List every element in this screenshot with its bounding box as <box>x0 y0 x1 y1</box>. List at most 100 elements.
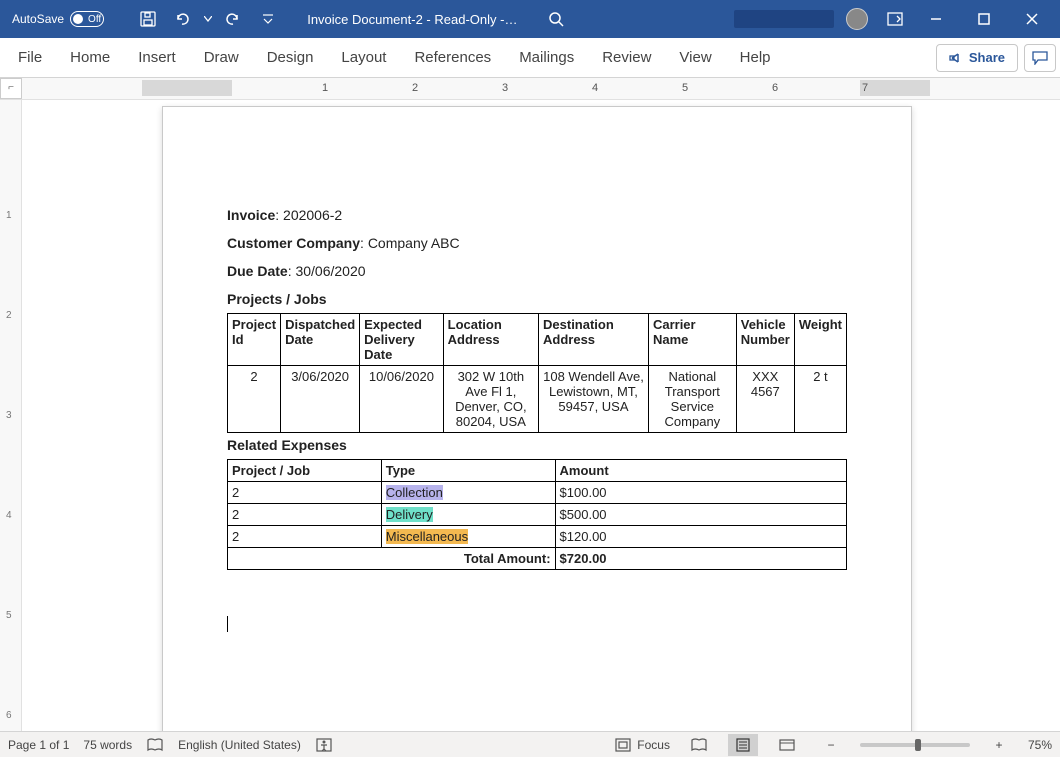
expenses-title: Related Expenses <box>227 437 847 453</box>
projects-table: Project Id Dispatched Date Expected Deli… <box>227 313 847 433</box>
total-row: Total Amount: $720.00 <box>228 548 847 570</box>
table-header-row: Project / Job Type Amount <box>228 460 847 482</box>
tab-review[interactable]: Review <box>588 38 665 78</box>
save-button[interactable] <box>133 4 163 34</box>
vertical-ruler[interactable]: 1 2 3 4 5 6 <box>0 100 22 731</box>
page-area[interactable]: Invoice: 202006-2 Customer Company: Comp… <box>22 100 1060 731</box>
projects-title: Projects / Jobs <box>227 291 847 307</box>
tab-view[interactable]: View <box>665 38 725 78</box>
user-avatar[interactable] <box>846 8 868 30</box>
close-button[interactable] <box>1010 0 1054 38</box>
minimize-button[interactable] <box>914 0 958 38</box>
cell-amount: $500.00 <box>555 504 846 526</box>
due-value: 30/06/2020 <box>295 263 365 279</box>
cell-vehicle: XXX 4567 <box>736 366 794 433</box>
ribbon-display-options[interactable] <box>880 4 910 34</box>
ruler-h-tick: 6 <box>772 82 778 94</box>
web-layout-button[interactable] <box>772 734 802 756</box>
ribbon-options-icon <box>887 12 903 26</box>
col-type: Type <box>381 460 555 482</box>
col-vehicle: Vehicle Number <box>736 314 794 366</box>
focus-mode-button[interactable]: Focus <box>615 738 670 752</box>
maximize-button[interactable] <box>962 0 1006 38</box>
total-label: Total Amount: <box>464 551 551 566</box>
qat-customize[interactable] <box>253 4 283 34</box>
tab-references[interactable]: References <box>400 38 505 78</box>
cell-dispatched: 3/06/2020 <box>281 366 360 433</box>
total-value: $720.00 <box>560 551 607 566</box>
cell-amount: $120.00 <box>555 526 846 548</box>
zoom-level[interactable]: 75% <box>1028 738 1052 752</box>
ruler-h-tick: 5 <box>682 82 688 94</box>
cell-expected: 10/06/2020 <box>360 366 443 433</box>
status-words[interactable]: 75 words <box>83 738 132 752</box>
tab-mailings[interactable]: Mailings <box>505 38 588 78</box>
ruler-v-tick: 6 <box>6 710 12 721</box>
col-dispatched: Dispatched Date <box>281 314 360 366</box>
horizontal-ruler[interactable]: 1 2 3 4 5 6 7 <box>22 78 1060 99</box>
col-amount: Amount <box>555 460 846 482</box>
read-mode-icon <box>690 738 708 752</box>
overflow-icon <box>263 13 273 25</box>
comments-button[interactable] <box>1024 44 1056 72</box>
col-location: Location Address <box>443 314 538 366</box>
redo-button[interactable] <box>219 4 249 34</box>
cell-id: 2 <box>228 366 281 433</box>
ruler-h-tick: 1 <box>322 82 328 94</box>
cell-pj: 2 <box>228 504 382 526</box>
tab-help[interactable]: Help <box>726 38 785 78</box>
document-title: Invoice Document-2 - Read-Only -… <box>307 12 517 27</box>
autosave-state: Off <box>88 14 101 25</box>
ruler-h-tick: 7 <box>862 82 868 94</box>
read-mode-button[interactable] <box>684 734 714 756</box>
zoom-out-button[interactable]: − <box>816 734 846 756</box>
print-layout-icon <box>734 738 752 752</box>
tab-home[interactable]: Home <box>56 38 124 78</box>
ruler-h-tick: 3 <box>502 82 508 94</box>
cell-location: 302 W 10th Ave Fl 1, Denver, CO, 80204, … <box>443 366 538 433</box>
zoom-slider[interactable] <box>860 743 970 747</box>
print-layout-button[interactable] <box>728 734 758 756</box>
autosave-toggle[interactable]: AutoSave Off <box>6 11 129 27</box>
undo-button[interactable] <box>167 4 197 34</box>
share-label: Share <box>969 50 1005 65</box>
status-spellcheck[interactable] <box>146 737 164 753</box>
title-bar: AutoSave Off Invoice Document-2 - Read-O… <box>0 0 1060 38</box>
status-bar: Page 1 of 1 75 words English (United Sta… <box>0 731 1060 757</box>
ruler-row: ⌐ 1 2 3 4 5 6 7 <box>0 78 1060 100</box>
redo-icon <box>226 11 242 27</box>
customer-label: Customer Company <box>227 235 360 251</box>
share-button[interactable]: Share <box>936 44 1018 72</box>
tab-design[interactable]: Design <box>253 38 328 78</box>
workspace: 1 2 3 4 5 6 Invoice: 202006-2 Customer C… <box>0 100 1060 731</box>
expenses-table: Project / Job Type Amount 2Collection$10… <box>227 459 847 570</box>
table-row: 2Collection$100.00 <box>228 482 847 504</box>
cell-weight: 2 t <box>794 366 846 433</box>
status-language[interactable]: English (United States) <box>178 738 301 752</box>
cell-type: Collection <box>381 482 555 504</box>
search-button[interactable] <box>541 4 571 34</box>
autosave-label: AutoSave <box>12 12 64 26</box>
cell-destination: 108 Wendell Ave, Lewistown, MT, 59457, U… <box>539 366 649 433</box>
undo-icon <box>173 11 191 27</box>
cell-pj: 2 <box>228 482 382 504</box>
undo-dropdown[interactable] <box>201 4 215 34</box>
zoom-in-button[interactable]: + <box>984 734 1014 756</box>
table-row: 2 3/06/2020 10/06/2020 302 W 10th Ave Fl… <box>228 366 847 433</box>
chevron-down-icon <box>204 16 212 22</box>
tab-draw[interactable]: Draw <box>190 38 253 78</box>
ruler-corner: ⌐ <box>0 78 22 99</box>
tab-layout[interactable]: Layout <box>327 38 400 78</box>
col-weight: Weight <box>794 314 846 366</box>
tab-insert[interactable]: Insert <box>124 38 190 78</box>
customer-value: Company ABC <box>368 235 460 251</box>
due-line: Due Date: 30/06/2020 <box>227 263 847 279</box>
invoice-line: Invoice: 202006-2 <box>227 207 847 223</box>
col-pj: Project / Job <box>228 460 382 482</box>
status-accessibility[interactable] <box>315 737 333 753</box>
status-page[interactable]: Page 1 of 1 <box>8 738 69 752</box>
tab-file[interactable]: File <box>4 38 56 78</box>
table-row: 2Miscellaneous$120.00 <box>228 526 847 548</box>
close-icon <box>1026 13 1038 25</box>
document-page: Invoice: 202006-2 Customer Company: Comp… <box>162 106 912 731</box>
